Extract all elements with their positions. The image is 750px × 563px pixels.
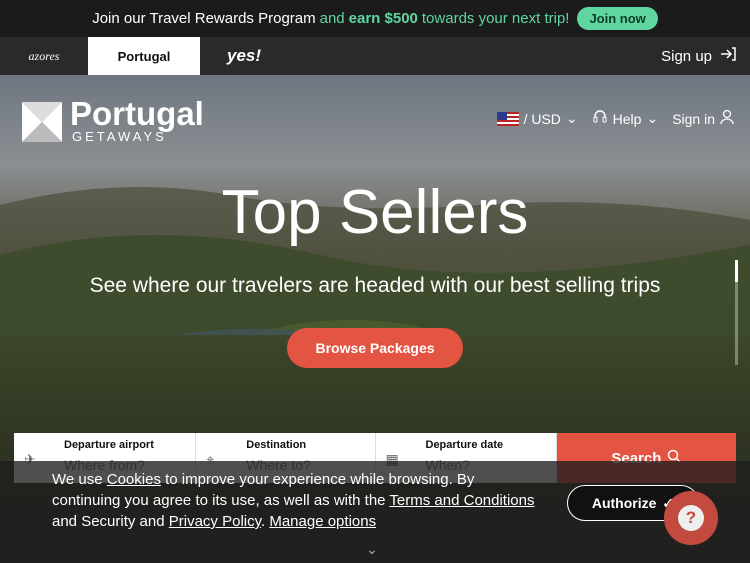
signup-label: Sign up xyxy=(661,47,712,65)
currency-label: / USD xyxy=(523,110,561,127)
join-now-button[interactable]: Join now xyxy=(577,7,658,30)
brand-bar: azores Portugal yes! Sign up xyxy=(0,37,750,75)
cookie-banner: We use Cookies to improve your experienc… xyxy=(0,461,750,563)
chevron-down-icon[interactable]: ⌄ xyxy=(366,541,378,558)
us-flag-icon xyxy=(496,111,519,126)
signin-label: Sign in xyxy=(672,110,715,127)
sign-in-arrow-icon xyxy=(720,47,736,65)
promo-text-amount: earn $500 xyxy=(348,10,418,27)
cookie-text: We use Cookies to improve your experienc… xyxy=(52,469,542,532)
brand-azores-label: azores xyxy=(28,48,60,63)
destination-label: Destination xyxy=(246,439,307,451)
page-title: Top Sellers xyxy=(221,178,529,247)
user-icon xyxy=(720,109,734,128)
chevron-down-icon: ⌄ xyxy=(565,110,578,126)
departure-airport-label: Departure airport xyxy=(64,439,154,451)
brand-yes-link[interactable]: yes! xyxy=(200,37,288,75)
signup-link[interactable]: Sign up xyxy=(661,47,736,65)
promo-text: Join our Travel Rewards Program xyxy=(92,10,316,27)
brand-yes-label: yes! xyxy=(226,46,262,65)
page-subtitle: See where our travelers are headed with … xyxy=(89,274,661,297)
help-menu[interactable]: Help ⌄ xyxy=(592,109,659,128)
promo-bar: Join our Travel Rewards Program and earn… xyxy=(0,0,750,37)
currency-selector[interactable]: / USD ⌄ xyxy=(496,110,578,127)
headset-icon xyxy=(592,109,608,128)
cookie-text-3: and Security and xyxy=(52,513,169,530)
top-nav: / USD ⌄ Help ⌄ Sign in xyxy=(496,109,734,128)
brand-azores-link[interactable]: azores xyxy=(0,37,88,75)
privacy-policy-link[interactable]: Privacy Policy xyxy=(169,513,261,530)
terms-link[interactable]: Terms and Conditions xyxy=(389,492,534,509)
help-chat-button[interactable]: ? xyxy=(664,491,718,545)
manage-options-link[interactable]: Manage options xyxy=(269,513,376,530)
portugal-logo-icon xyxy=(22,101,62,142)
brand-portugal-label: Portugal xyxy=(117,48,171,64)
chevron-down-icon: ⌄ xyxy=(646,110,659,126)
carousel-scroll-indicator[interactable] xyxy=(735,260,738,365)
signin-link[interactable]: Sign in xyxy=(672,109,734,128)
cookie-text-1: We use xyxy=(52,471,107,488)
browse-packages-button[interactable]: Browse Packages xyxy=(287,328,463,368)
promo-text-tail: towards your next trip! xyxy=(421,10,570,27)
cookies-link[interactable]: Cookies xyxy=(107,471,161,488)
authorize-label: Authorize xyxy=(591,495,657,511)
help-label: Help xyxy=(612,110,642,127)
question-icon: ? xyxy=(678,505,704,531)
brand-portugal-link[interactable]: Portugal xyxy=(88,37,200,75)
portugal-getaways-logo[interactable]: Portugal GETAWAYS xyxy=(22,95,204,144)
hero-section: Portugal GETAWAYS / USD ⌄ Help ⌄ Sign in… xyxy=(0,75,750,563)
logo-name: Portugal xyxy=(70,95,204,132)
departure-date-label: Departure date xyxy=(425,439,504,451)
promo-text-and: and xyxy=(319,10,345,27)
